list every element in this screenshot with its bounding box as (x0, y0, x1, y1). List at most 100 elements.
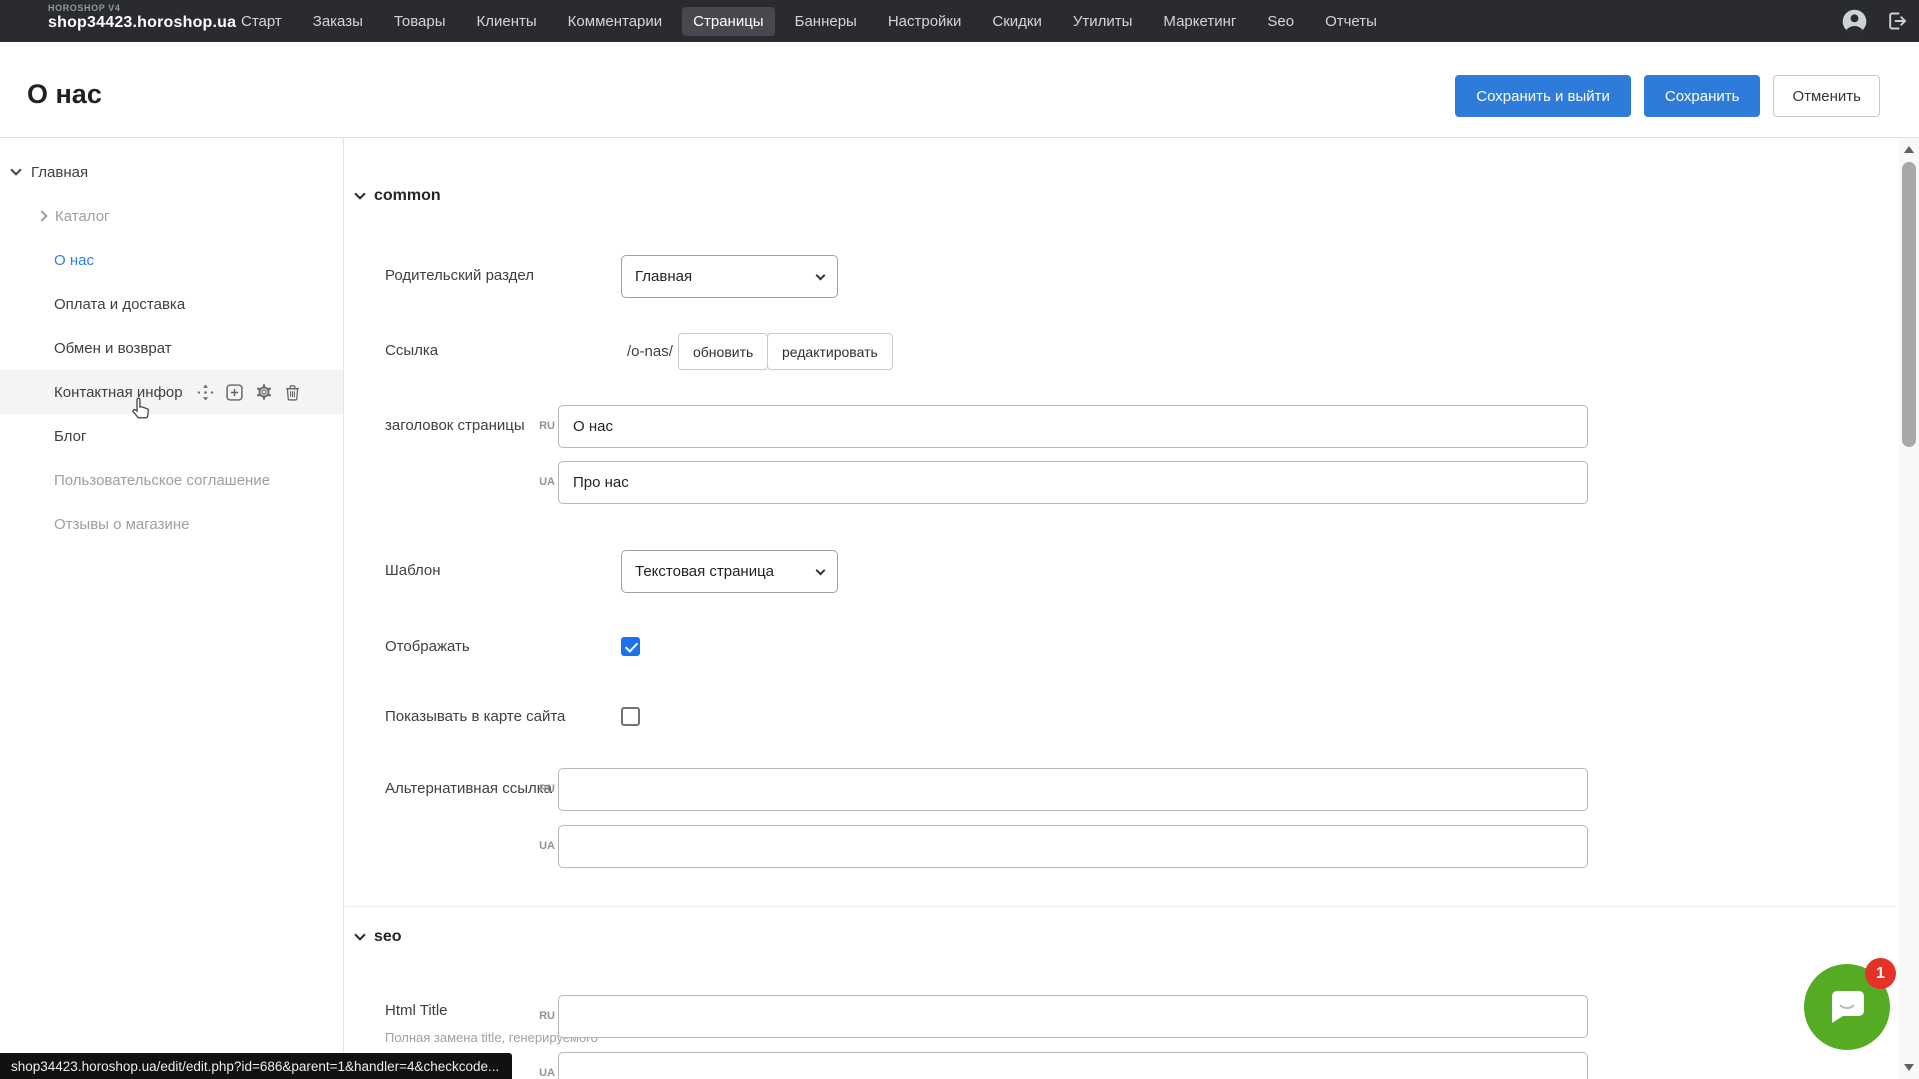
parent-section-label: Родительский раздел (385, 267, 534, 284)
menu-start[interactable]: Старт (230, 7, 293, 36)
display-row: Отображать (345, 637, 1898, 657)
section-common[interactable]: common (356, 187, 441, 205)
section-divider (345, 906, 1898, 907)
topbar: HOROSHOP V4 shop34423.horoshop.ua Старт … (0, 0, 1919, 42)
tree-label: Пользовательское соглашение (54, 472, 270, 489)
sidebar-item-exchange-return[interactable]: Обмен и возврат (0, 326, 343, 370)
page-title: О нас (27, 79, 102, 110)
logout-icon[interactable] (1885, 9, 1909, 33)
scrollbar-up-arrow-icon[interactable] (1904, 146, 1914, 153)
drag-move-icon[interactable] (197, 384, 214, 401)
page-title-ua-row: UA (345, 461, 1898, 504)
chevron-down-icon (816, 565, 826, 575)
page-header: О нас Сохранить и выйти Сохранить Отмени… (0, 42, 1919, 138)
brand-logo[interactable]: HOROSHOP V4 shop34423.horoshop.ua (48, 4, 236, 31)
tree-label: Отзывы о магазине (54, 516, 189, 533)
link-row: Ссылка /o-nas/ обновить редактировать (345, 333, 1898, 370)
lang-badge-ua: UA (531, 1067, 555, 1079)
status-url-text: shop34423.horoshop.ua/edit/edit.php?id=6… (11, 1059, 499, 1074)
lang-badge-ru: RU (531, 783, 555, 795)
section-chevron-icon (354, 188, 365, 199)
header-buttons: Сохранить и выйти Сохранить Отменить (1455, 75, 1880, 117)
menu-utilities[interactable]: Утилиты (1062, 7, 1144, 36)
menu-clients[interactable]: Клиенты (466, 7, 548, 36)
section-seo[interactable]: seo (356, 928, 402, 946)
menu-banners[interactable]: Баннеры (784, 7, 868, 36)
sidebar-item-user-agreement[interactable]: Пользовательское соглашение (0, 458, 343, 502)
menu-orders[interactable]: Заказы (302, 7, 374, 36)
vertical-scrollbar[interactable] (1899, 138, 1919, 1079)
status-url-tooltip: shop34423.horoshop.ua/edit/edit.php?id=6… (0, 1053, 512, 1079)
chat-widget-button[interactable]: 1 (1804, 964, 1890, 1050)
brand-domain: shop34423.horoshop.ua (48, 14, 236, 32)
sidebar-item-home[interactable]: Главная (0, 150, 343, 194)
html-title-label: Html Title (385, 1002, 448, 1019)
scrollbar-thumb[interactable] (1902, 162, 1916, 447)
chat-unread-badge: 1 (1865, 958, 1896, 989)
pages-tree-sidebar: Главная Каталог О нас Оплата и доставка … (0, 138, 344, 1079)
sitemap-checkbox[interactable] (621, 707, 640, 726)
template-select[interactable]: Текстовая страница (621, 550, 838, 593)
link-label: Ссылка (385, 342, 438, 359)
page-title-ru-input[interactable] (558, 405, 1588, 448)
scrollbar-down-arrow-icon[interactable] (1904, 1064, 1914, 1071)
save-button[interactable]: Сохранить (1644, 75, 1761, 117)
edit-link-button[interactable]: редактировать (767, 333, 893, 370)
alt-link-ua-row: UA (345, 825, 1898, 868)
sidebar-item-payment-delivery[interactable]: Оплата и доставка (0, 282, 343, 326)
page-title-ua-input[interactable] (558, 461, 1588, 504)
tree-row-actions (197, 383, 300, 401)
chevron-down-icon (816, 270, 826, 280)
alt-link-ua-input[interactable] (558, 825, 1588, 868)
topbar-right (1841, 0, 1909, 42)
settings-gear-icon[interactable] (255, 383, 273, 401)
sidebar-item-about[interactable]: О нас (0, 238, 343, 282)
brand-version: HOROSHOP V4 (48, 4, 236, 14)
sitemap-label: Показывать в карте сайта (385, 708, 565, 725)
display-label: Отображать (385, 638, 470, 655)
sidebar-item-contact-info[interactable]: Контактная инфор (0, 370, 343, 414)
html-title-ua-row: UA (345, 1052, 1898, 1079)
tree-label-selected: О нас (54, 252, 94, 269)
cancel-button[interactable]: Отменить (1773, 75, 1880, 117)
menu-marketing[interactable]: Маркетинг (1152, 7, 1247, 36)
template-label: Шаблон (385, 562, 441, 579)
menu-seo[interactable]: Seo (1256, 7, 1305, 36)
sidebar-item-blog[interactable]: Блог (0, 414, 343, 458)
chat-bubble-icon (1824, 984, 1870, 1030)
section-chevron-icon (354, 929, 365, 940)
section-title: seo (374, 928, 402, 946)
menu-products[interactable]: Товары (383, 7, 457, 36)
tree-label: Контактная инфор (54, 384, 183, 401)
sidebar-item-store-reviews[interactable]: Отзывы о магазине (0, 502, 343, 546)
tree-label: Блог (54, 428, 86, 445)
expand-chevron-icon[interactable] (10, 164, 21, 175)
parent-section-select[interactable]: Главная (621, 255, 838, 298)
menu-reports[interactable]: Отчеты (1314, 7, 1388, 36)
account-icon[interactable] (1841, 8, 1868, 35)
delete-trash-icon[interactable] (285, 384, 300, 401)
save-and-exit-button[interactable]: Сохранить и выйти (1455, 75, 1631, 117)
tree-label: Главная (31, 164, 88, 181)
display-checkbox[interactable] (621, 637, 640, 656)
menu-discounts[interactable]: Скидки (981, 7, 1052, 36)
refresh-link-button[interactable]: обновить (678, 333, 768, 370)
html-title-ru-row: Html Title Полная замена title, генериру… (345, 995, 1898, 1038)
add-page-icon[interactable] (226, 384, 243, 401)
menu-comments[interactable]: Комментарии (557, 7, 673, 36)
alt-link-label: Альтернативная ссылка (385, 780, 552, 797)
html-title-ru-input[interactable] (558, 995, 1588, 1038)
html-title-ua-input[interactable] (558, 1052, 1588, 1079)
menu-settings[interactable]: Настройки (877, 7, 973, 36)
sitemap-row: Показывать в карте сайта (345, 707, 1898, 727)
menu-pages[interactable]: Страницы (682, 7, 774, 36)
alt-link-ru-input[interactable] (558, 768, 1588, 811)
tree-label: Каталог (55, 208, 110, 225)
link-path: /o-nas/ (627, 343, 673, 360)
lang-badge-ru: RU (531, 420, 555, 432)
main-menu: Старт Заказы Товары Клиенты Комментарии … (230, 0, 1388, 42)
lang-badge-ua: UA (531, 476, 555, 488)
lang-badge-ua: UA (531, 840, 555, 852)
sidebar-item-catalog[interactable]: Каталог (0, 194, 343, 238)
collapse-chevron-icon[interactable] (36, 210, 47, 221)
